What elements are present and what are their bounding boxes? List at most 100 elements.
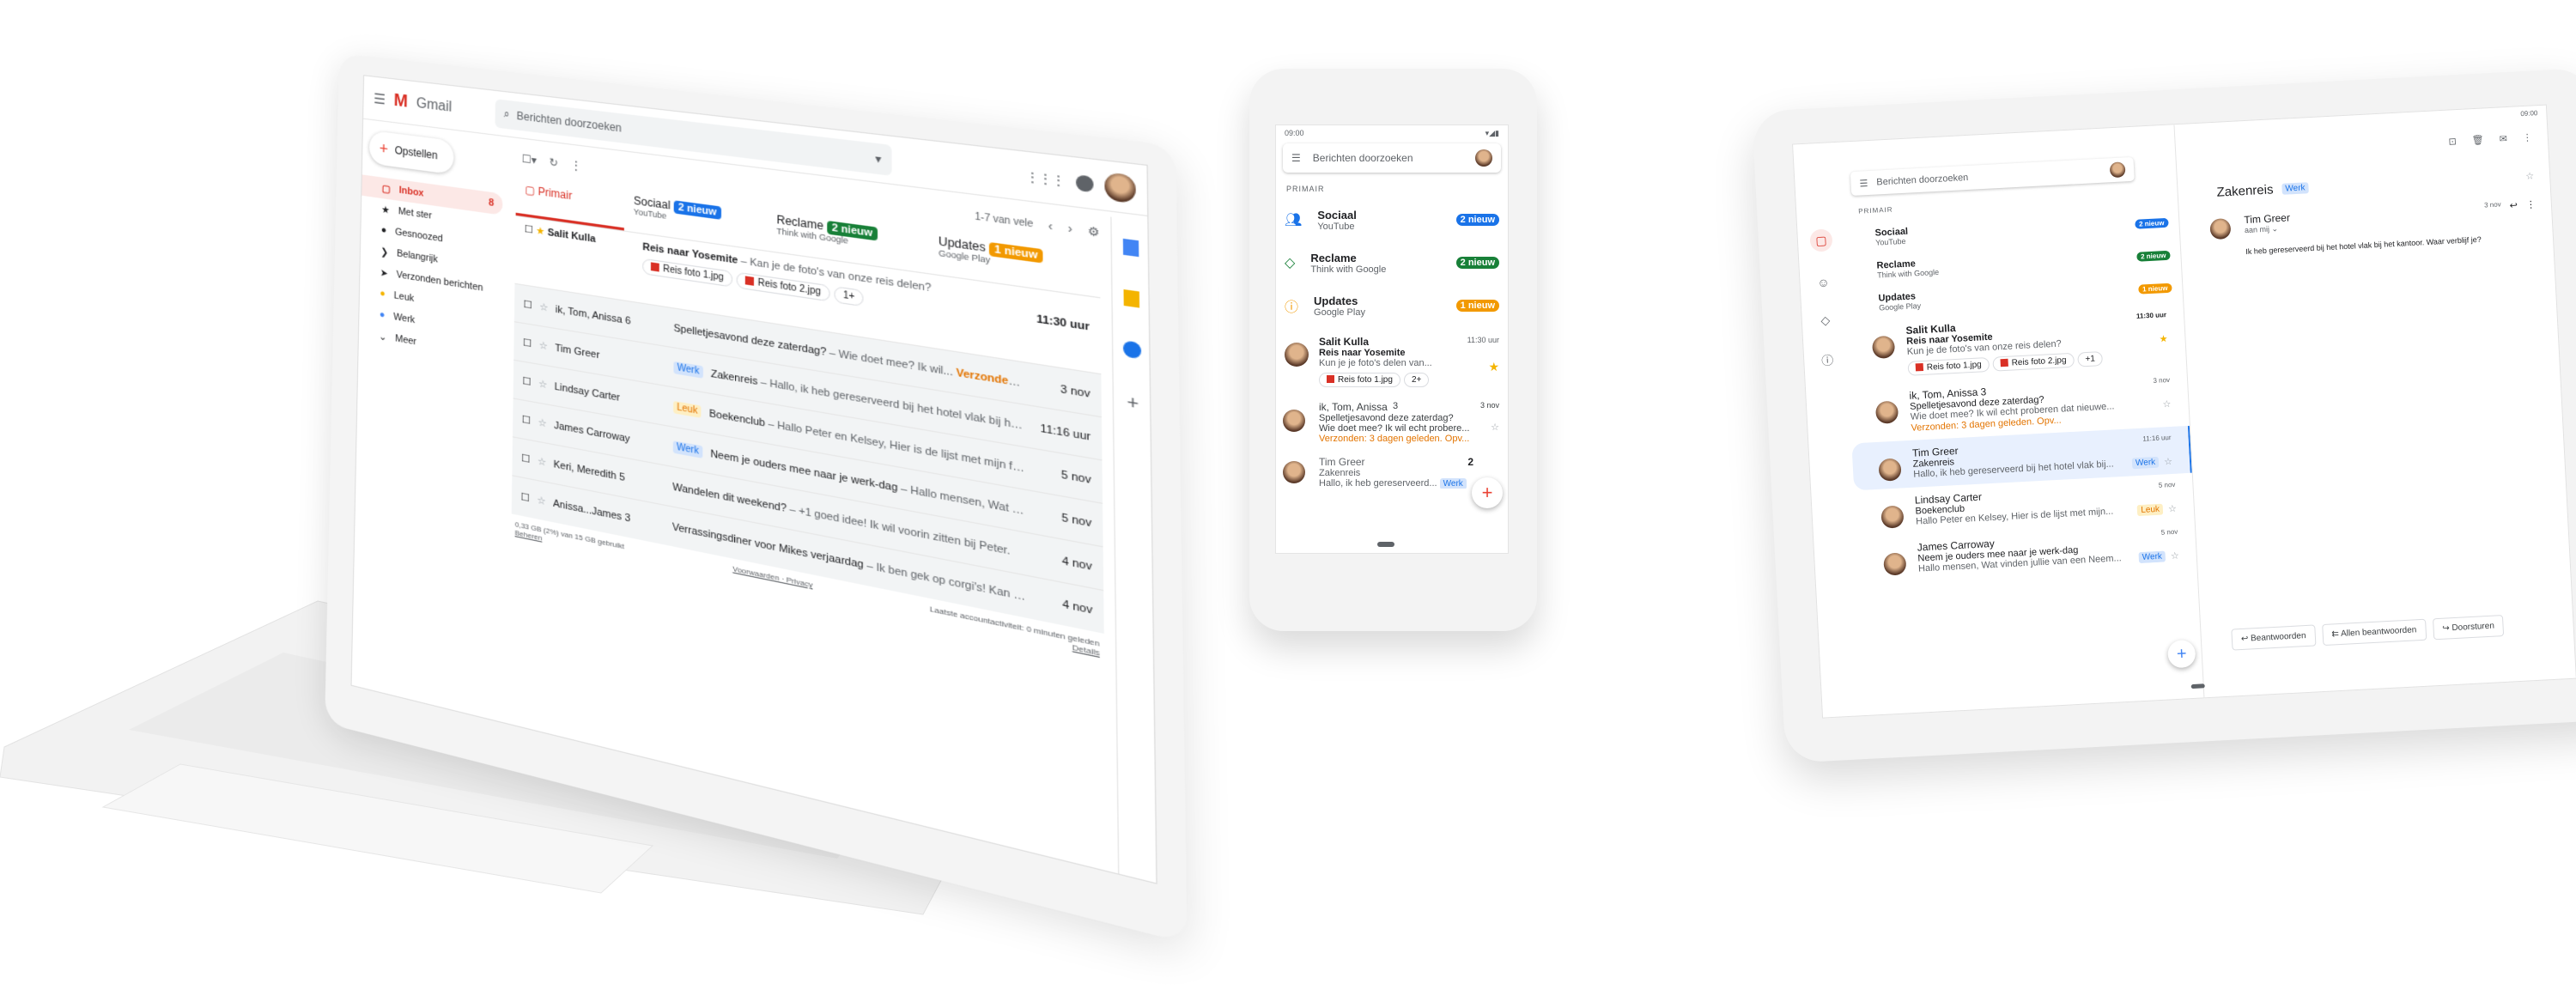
info-icon: ⓘ: [1285, 301, 1299, 315]
next-page-icon[interactable]: ›: [1068, 222, 1072, 236]
label-icon: ●: [379, 309, 386, 321]
more-attachments[interactable]: 1+: [834, 286, 864, 307]
checkbox[interactable]: ☐: [523, 337, 532, 349]
archive-icon[interactable]: ⊡: [2448, 136, 2457, 147]
prev-page-icon[interactable]: ‹: [1048, 219, 1053, 234]
chevron-down-icon[interactable]: ▾: [875, 151, 881, 166]
more-icon[interactable]: ⋮: [571, 159, 582, 173]
avatar: [1878, 458, 1902, 482]
reply-icon[interactable]: ↩: [2509, 199, 2518, 211]
star-icon[interactable]: ☆: [538, 378, 548, 392]
image-icon: [2000, 358, 2008, 367]
attachment-chip[interactable]: Reis foto 1.jpg: [1907, 356, 1990, 376]
checkbox[interactable]: ☐: [521, 452, 531, 465]
avatar[interactable]: [1475, 149, 1492, 167]
info-icon[interactable]: ⓘ: [1821, 351, 1834, 369]
image-icon: [1327, 375, 1334, 383]
category-updates[interactable]: ⓘ Updates Google Play 1 nieuw: [1276, 284, 1508, 327]
forward-button[interactable]: ↪ Doorsturen: [2432, 614, 2505, 641]
star-icon[interactable]: ★: [536, 226, 544, 238]
people-icon[interactable]: ☺: [1817, 276, 1830, 290]
star-icon: ★: [381, 203, 390, 216]
side-panel: +: [1110, 216, 1157, 884]
email-item[interactable]: Salit Kulla 11:30 uur Reis naar Yosemite K…: [1276, 327, 1508, 394]
star-icon[interactable]: ★: [2159, 333, 2167, 345]
tasks-icon[interactable]: [1122, 340, 1142, 360]
star-icon[interactable]: ☆: [538, 339, 548, 353]
star-icon[interactable]: ☆: [538, 416, 547, 430]
avatar: [1883, 552, 1907, 576]
home-handle[interactable]: [2190, 683, 2205, 689]
search-bar[interactable]: ☰ Berichten doorzoeken: [1283, 143, 1501, 173]
label-icon: ●: [380, 288, 386, 300]
app-name: Gmail: [416, 95, 453, 115]
delete-icon[interactable]: 🗑︎: [2471, 134, 2484, 146]
star-icon[interactable]: ☆: [538, 455, 547, 469]
category-reclame[interactable]: ◇ Reclame Think with Google 2 nieuw: [1276, 241, 1508, 284]
avatar: [1283, 461, 1305, 483]
home-handle[interactable]: [1377, 542, 1394, 547]
calendar-icon[interactable]: [1122, 238, 1139, 258]
plus-icon: +: [379, 138, 389, 158]
star-icon[interactable]: ☆: [2162, 398, 2171, 410]
attachment-chip[interactable]: Reis foto 1.jpg: [1319, 373, 1400, 387]
compose-button[interactable]: + Opstellen: [369, 131, 454, 175]
select-checkbox[interactable]: ☐▾: [522, 152, 538, 167]
avatar: [1880, 505, 1905, 529]
star-icon[interactable]: ☆: [2168, 503, 2177, 515]
apps-icon[interactable]: ⋮⋮⋮: [1026, 169, 1066, 188]
chevron-down-icon: ⌄: [379, 331, 387, 343]
mark-unread-icon[interactable]: ✉︎: [2499, 133, 2507, 144]
menu-icon[interactable]: ☰: [1859, 178, 1868, 190]
category-sociaal[interactable]: 👥︎ Sociaal YouTube 2 nieuw: [1276, 198, 1508, 241]
avatar[interactable]: [1104, 171, 1136, 203]
inbox-icon: ▢: [381, 183, 391, 195]
checkbox[interactable]: ☐: [522, 374, 531, 389]
inbox-icon: ▢: [525, 183, 538, 198]
checkbox[interactable]: ☐: [523, 298, 532, 311]
avatar: [1285, 343, 1309, 367]
more-icon[interactable]: ⋮: [2526, 198, 2537, 211]
more-attachments[interactable]: +1: [2077, 351, 2104, 367]
compose-fab[interactable]: +: [2166, 639, 2196, 669]
more-icon[interactable]: ⋮: [2522, 131, 2533, 143]
star-icon[interactable]: ☆: [2525, 170, 2534, 182]
tag-icon: ◇: [1285, 256, 1296, 270]
rail: ▢ ☺ ◇ ⓘ: [1807, 228, 1840, 369]
chevron-down-icon[interactable]: ⌄: [2271, 224, 2278, 233]
checkbox[interactable]: ☐: [525, 224, 533, 236]
keep-icon[interactable]: [1123, 289, 1140, 308]
checkbox[interactable]: ☐: [520, 490, 530, 505]
reply-button[interactable]: ↩ Beantwoorden: [2231, 624, 2317, 651]
refresh-icon[interactable]: ↻: [549, 155, 558, 169]
email-item[interactable]: ik, Tom, Anissa 33 nov Spelletjesavond d…: [1276, 394, 1508, 451]
star-icon[interactable]: ☆: [539, 301, 548, 313]
clock-icon: ●: [380, 224, 387, 236]
image-icon: [650, 262, 659, 272]
avatar[interactable]: [2109, 161, 2126, 179]
menu-icon[interactable]: ☰: [1291, 152, 1301, 164]
inbox-icon[interactable]: ▢: [1809, 228, 1833, 252]
mail-list: ☐▾ ↻ ⋮ 1-7 van vele ‹ › ⚙ ▢ Primair Sociaal 2…: [511, 143, 1104, 665]
star-icon[interactable]: ☆: [2171, 550, 2179, 562]
more-attachments[interactable]: 2+: [1403, 373, 1430, 387]
reading-pane: ⊡ 🗑︎ ✉︎ ⋮ Zakenreis Werk ☆ Tim Greer 3 nov ↩ ⋮ a…: [2178, 105, 2576, 699]
star-icon[interactable]: ☆: [1491, 422, 1499, 433]
settings-icon[interactable]: ⚙: [1088, 224, 1100, 240]
add-addon-icon[interactable]: +: [1127, 392, 1139, 415]
attachment-chip[interactable]: Reis foto 2.jpg: [1992, 352, 2075, 372]
plus-icon: +: [2176, 644, 2188, 664]
compose-fab[interactable]: +: [1472, 477, 1503, 508]
notifications-icon[interactable]: [1075, 173, 1094, 192]
star-icon[interactable]: ☆: [537, 494, 546, 507]
image-icon: [1915, 362, 1924, 372]
checkbox[interactable]: ☐: [522, 413, 531, 427]
reply-all-button[interactable]: ⇇ Allen beantwoorden: [2321, 618, 2427, 647]
status-icons: ▾◢▮: [1485, 129, 1499, 137]
tag-icon[interactable]: ◇: [1820, 313, 1831, 329]
star-icon[interactable]: ☆: [2164, 456, 2172, 468]
star-icon[interactable]: ★: [1488, 360, 1499, 374]
menu-icon[interactable]: ☰: [374, 89, 386, 108]
avatar: [1283, 410, 1305, 432]
phone: 09:00 ▾◢▮ ☰ Berichten doorzoeken PRIMAIR 👥…: [1249, 69, 1537, 631]
